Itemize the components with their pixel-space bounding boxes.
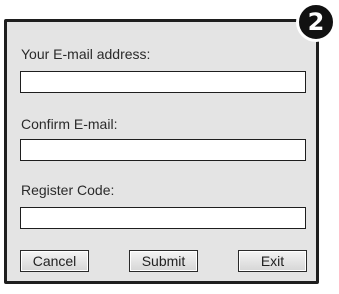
registration-screen: 2 Your E-mail address: Confirm E-mail: R… bbox=[0, 0, 339, 294]
register-code-label: Register Code: bbox=[21, 182, 115, 198]
register-code-field[interactable] bbox=[20, 207, 306, 229]
email-label: Your E-mail address: bbox=[21, 46, 151, 62]
confirm-email-label: Confirm E-mail: bbox=[21, 116, 118, 132]
exit-button[interactable]: Exit bbox=[238, 250, 307, 272]
email-field[interactable] bbox=[20, 71, 306, 93]
confirm-email-field[interactable] bbox=[20, 139, 306, 161]
cancel-button[interactable]: Cancel bbox=[20, 250, 89, 272]
step-number-badge: 2 bbox=[296, 2, 336, 42]
submit-button[interactable]: Submit bbox=[129, 250, 198, 272]
